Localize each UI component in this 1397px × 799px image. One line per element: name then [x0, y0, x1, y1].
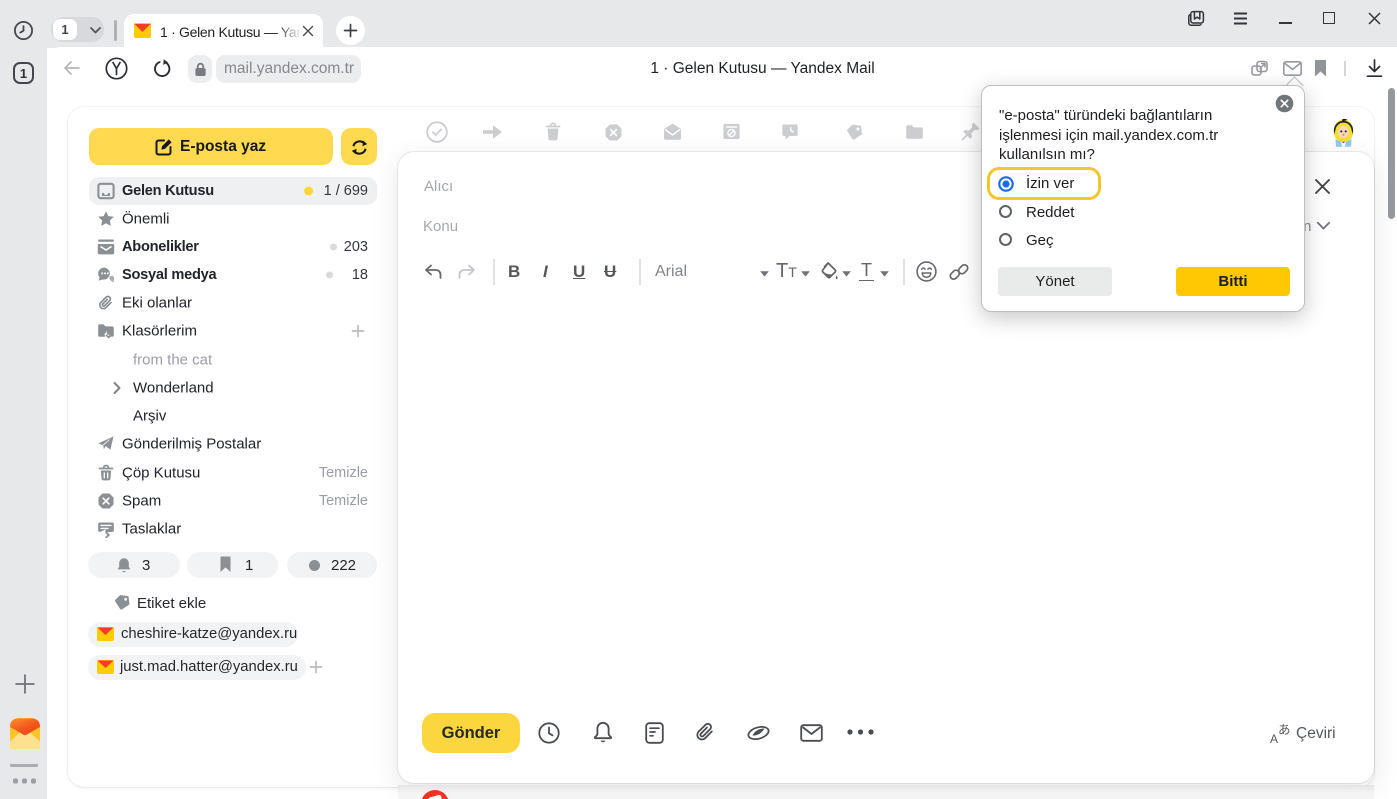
svg-text:あ: あ	[1278, 723, 1291, 737]
svg-text:A: A	[1270, 732, 1278, 745]
